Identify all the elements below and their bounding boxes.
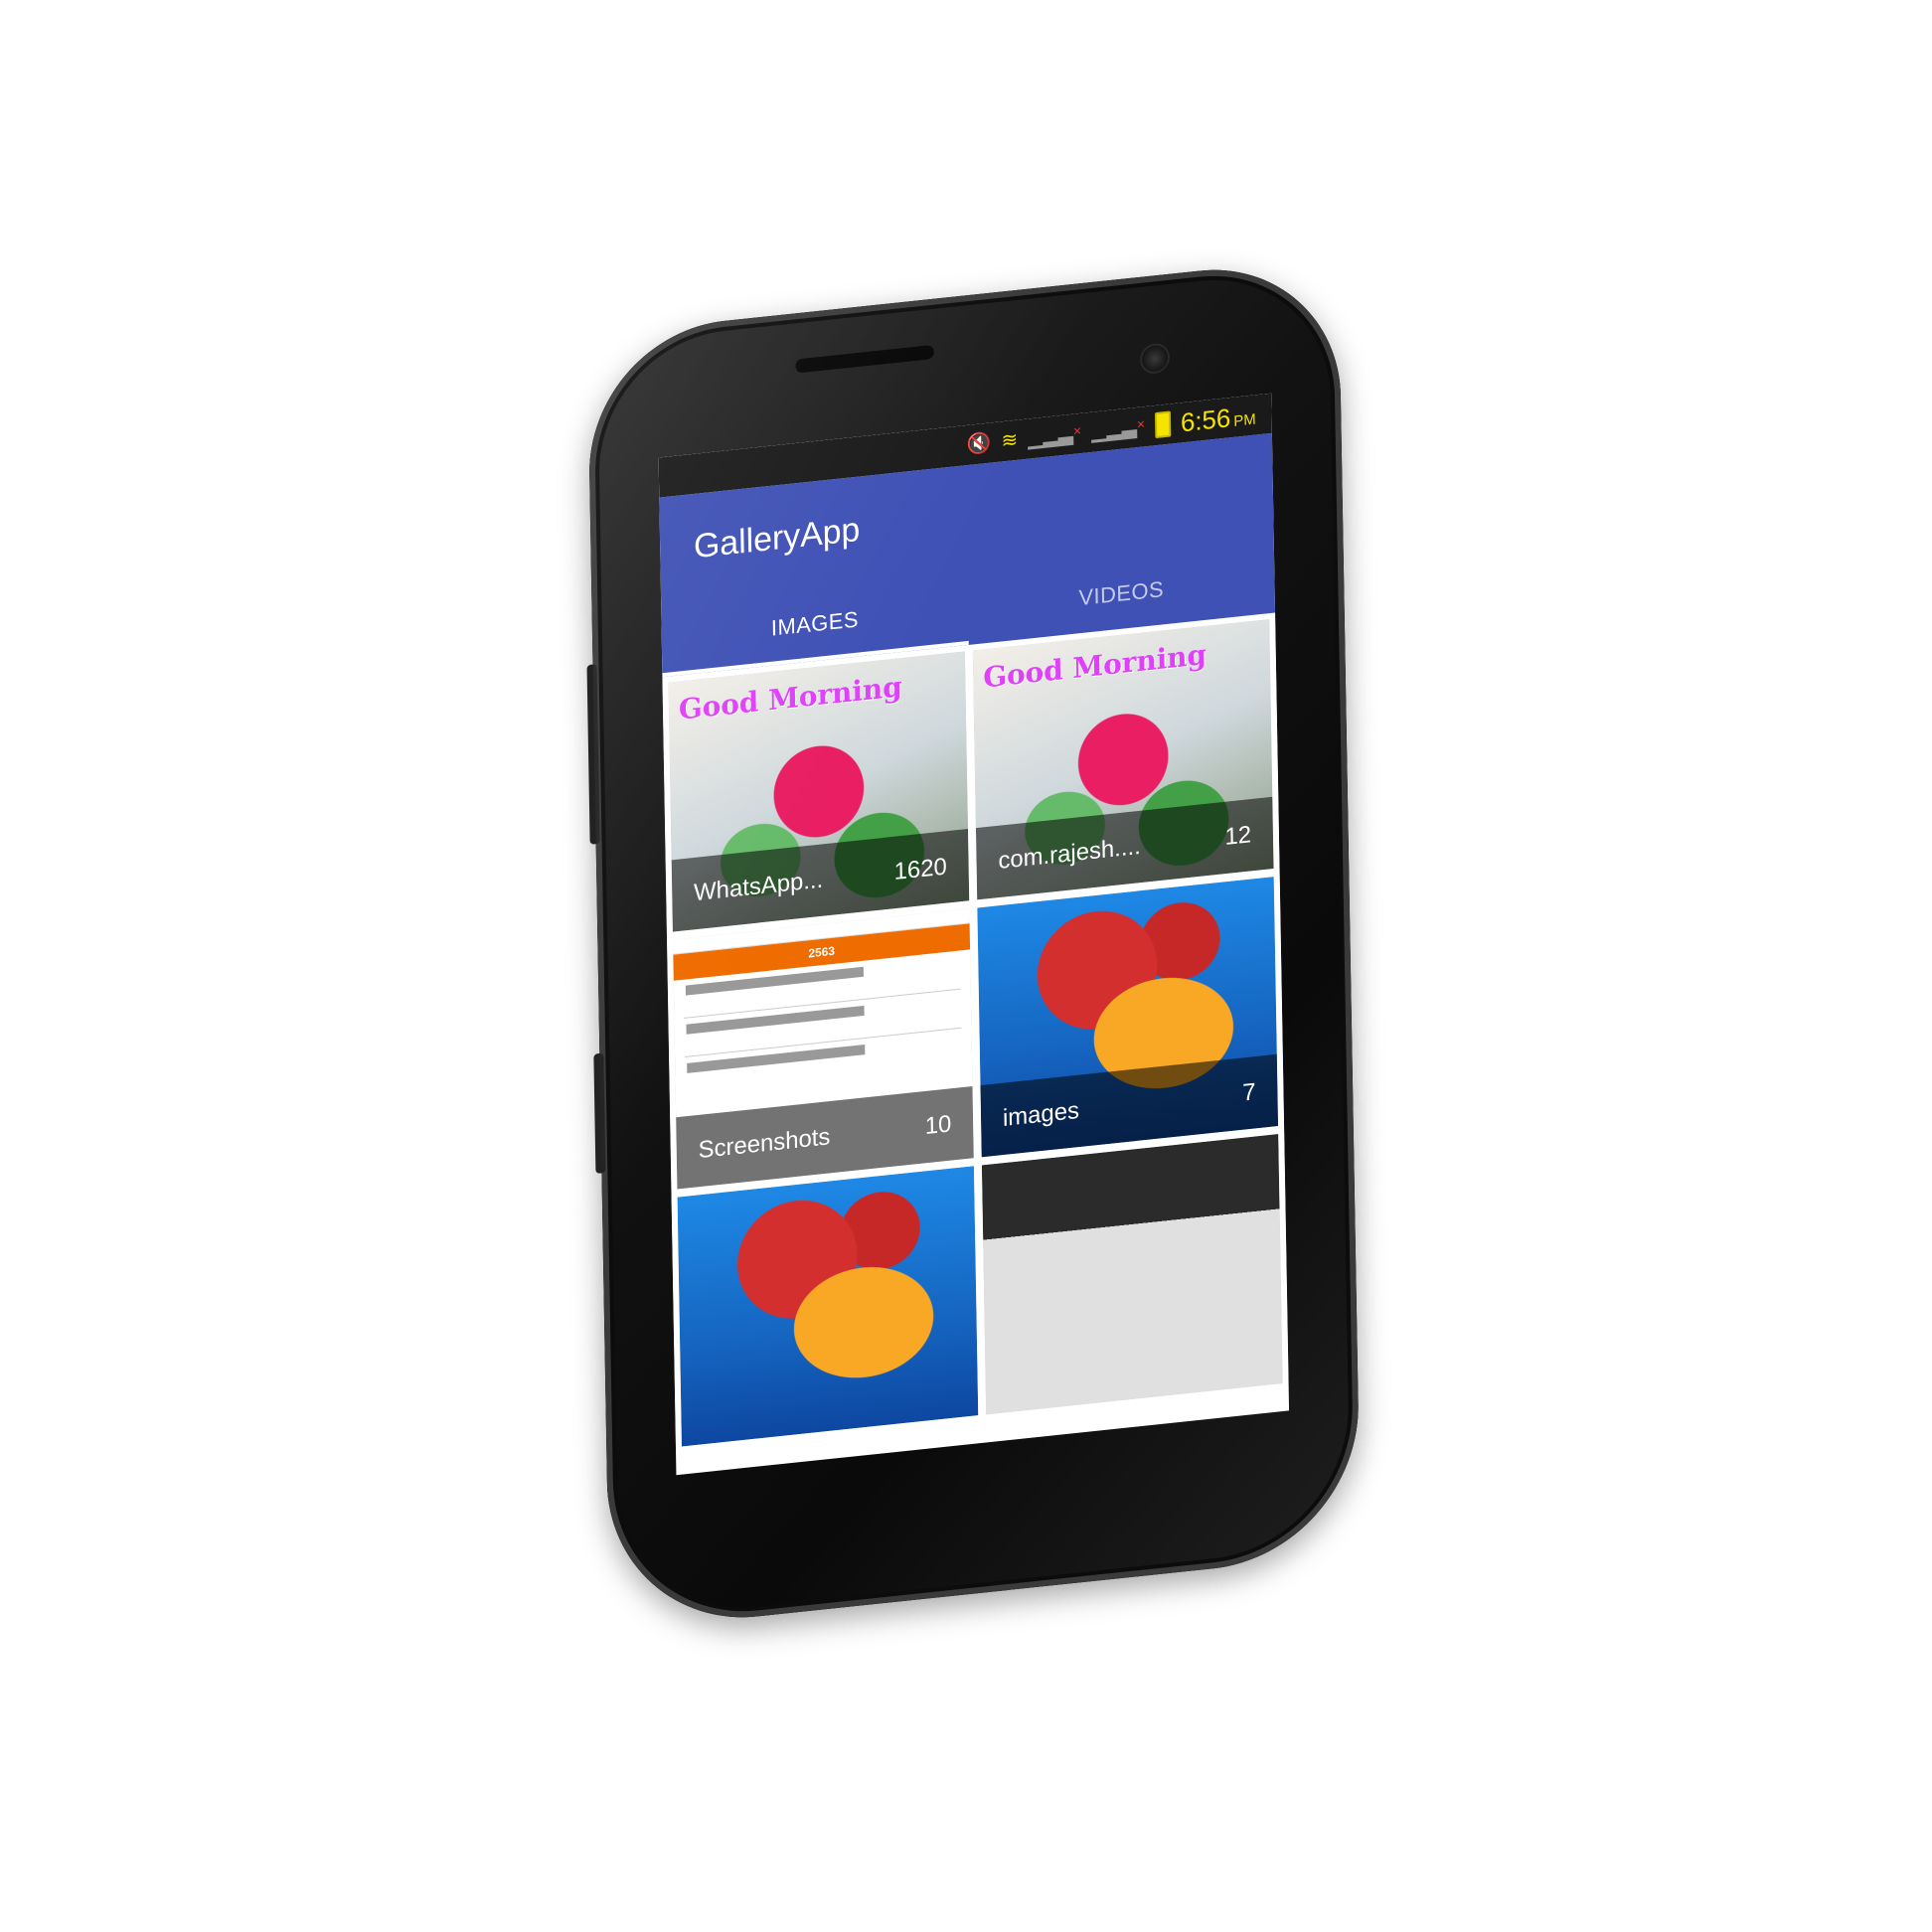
phone-body: 🔇 ≋ ▁▂▃ ▁▂▃ 6:56PM GalleryApp IMAGES VID… xyxy=(586,255,1362,1633)
volume-button xyxy=(586,664,600,845)
screenshot-text-line xyxy=(687,1045,866,1073)
screenshot-text-line xyxy=(686,1005,865,1035)
album-name: Screenshots xyxy=(698,1123,831,1165)
album-count: 1620 xyxy=(893,853,947,886)
album-tile[interactable]: images 7 xyxy=(977,877,1279,1158)
power-button xyxy=(593,1052,606,1175)
signal-icon: ▁▂▃ xyxy=(1091,416,1145,443)
album-grid: Good Morning WhatsApp... 1620 Good Morni… xyxy=(662,612,1289,1454)
earpiece xyxy=(795,344,934,374)
album-thumbnail xyxy=(677,1166,979,1447)
album-tile[interactable]: Good Morning WhatsApp... 1620 xyxy=(668,651,970,932)
album-tile[interactable]: 2563 Screenshots 10 xyxy=(673,908,974,1190)
status-clock: 6:56 PM xyxy=(1180,402,1256,437)
album-thumbnail xyxy=(981,1134,1283,1415)
album-name: WhatsApp... xyxy=(693,866,824,907)
signal-icon: ▁▂▃ xyxy=(1028,423,1081,450)
album-tile[interactable] xyxy=(677,1166,979,1447)
wifi-icon: ≋ xyxy=(1001,428,1019,453)
album-tile[interactable]: Good Morning com.rajesh.... 12 xyxy=(972,619,1274,900)
app-title: GalleryApp xyxy=(693,510,861,566)
album-tile[interactable] xyxy=(981,1134,1283,1415)
album-count: 7 xyxy=(1242,1078,1256,1107)
album-count: 12 xyxy=(1224,821,1252,852)
thumbnail-caption: Good Morning xyxy=(982,637,1208,695)
album-count: 10 xyxy=(924,1110,952,1141)
album-name: images xyxy=(1002,1096,1080,1132)
thumbnail-caption: Good Morning xyxy=(678,670,902,726)
album-name: com.rajesh.... xyxy=(998,832,1141,876)
front-camera xyxy=(1141,344,1169,374)
phone-device: 🔇 ≋ ▁▂▃ ▁▂▃ 6:56PM GalleryApp IMAGES VID… xyxy=(586,255,1362,1633)
phone-screen: 🔇 ≋ ▁▂▃ ▁▂▃ 6:56PM GalleryApp IMAGES VID… xyxy=(658,393,1290,1476)
mute-icon: 🔇 xyxy=(966,431,992,457)
battery-icon xyxy=(1154,410,1172,439)
